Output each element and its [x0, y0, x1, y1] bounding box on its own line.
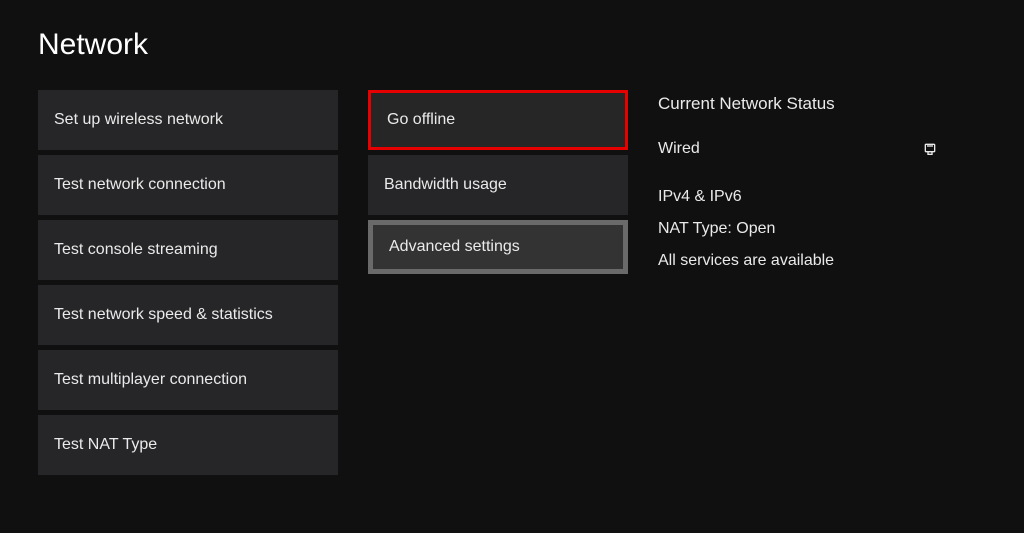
status-services: All services are available [658, 252, 986, 270]
settings-column-2: Go offline Bandwidth usage Advanced sett… [368, 90, 628, 475]
status-column: Current Network Status Wired IPv4 & IPv6… [658, 90, 986, 475]
go-offline-button[interactable]: Go offline [368, 90, 628, 150]
tile-label: Go offline [387, 111, 455, 129]
ethernet-plug-icon [922, 141, 938, 157]
test-multiplayer-button[interactable]: Test multiplayer connection [38, 350, 338, 410]
tile-label: Test multiplayer connection [54, 371, 247, 389]
status-connection-row: Wired [658, 140, 986, 158]
test-streaming-button[interactable]: Test console streaming [38, 220, 338, 280]
status-ip: IPv4 & IPv6 [658, 188, 986, 206]
settings-column-1: Set up wireless network Test network con… [38, 90, 338, 475]
advanced-settings-button[interactable]: Advanced settings [368, 220, 628, 274]
tile-label: Test console streaming [54, 241, 218, 259]
status-nat: NAT Type: Open [658, 220, 986, 238]
status-title: Current Network Status [658, 94, 986, 114]
tile-label: Test network connection [54, 176, 226, 194]
setup-wireless-button[interactable]: Set up wireless network [38, 90, 338, 150]
page-title: Network [38, 28, 986, 62]
status-connection-label: Wired [658, 140, 700, 158]
tile-label: Set up wireless network [54, 111, 223, 129]
bandwidth-usage-button[interactable]: Bandwidth usage [368, 155, 628, 215]
tile-label: Test NAT Type [54, 436, 157, 454]
test-speed-button[interactable]: Test network speed & statistics [38, 285, 338, 345]
tile-label: Test network speed & statistics [54, 306, 273, 324]
test-nat-button[interactable]: Test NAT Type [38, 415, 338, 475]
tile-label: Bandwidth usage [384, 176, 507, 194]
test-connection-button[interactable]: Test network connection [38, 155, 338, 215]
tile-label: Advanced settings [389, 238, 520, 256]
